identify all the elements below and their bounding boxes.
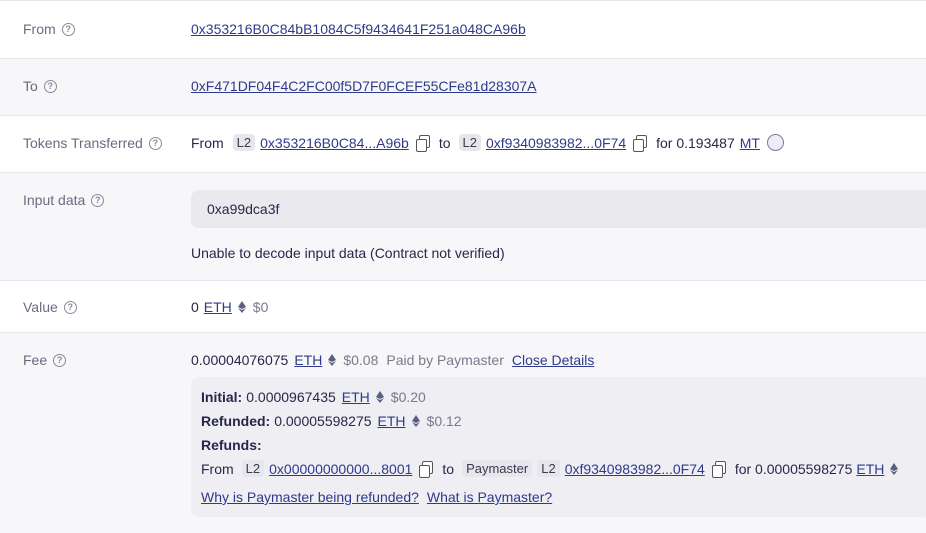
label-from: From ? [23,21,75,37]
fee-usd: $0.08 [343,352,379,368]
fee-refund-transfer-line: From L2 0x00000000000...8001 to Paymaste… [201,460,905,478]
what-is-paymaster-link[interactable]: What is Paymaster? [427,489,552,505]
fee-initial-usd: $0.20 [390,389,426,405]
copy-icon[interactable] [632,134,648,152]
paymaster-badge: Paymaster [462,460,533,477]
fee-refunded-eth-link[interactable]: ETH [378,413,406,429]
ethereum-icon [411,415,420,427]
label-tokens-transferred-text: Tokens Transferred [23,135,143,151]
label-fee: Fee ? [23,352,67,368]
close-details-link[interactable]: Close Details [512,352,594,368]
fee-amount: 0.00004076075 [191,352,289,368]
copy-icon[interactable] [415,134,431,152]
label-to-text: To [23,78,38,94]
token-mt-link[interactable]: MT [740,135,760,151]
refund-to-address-link[interactable]: 0xf9340983982...0F74 [565,461,705,477]
l2-badge: L2 [537,460,560,477]
fee-help-links: Why is Paymaster being refunded? What is… [201,489,552,505]
transfer-from-address-link[interactable]: 0x353216B0C84...A96b [260,135,409,151]
fee-initial-eth-link[interactable]: ETH [342,389,370,405]
token-logo-icon [766,134,784,151]
input-data-value: 0xa99dca3f [207,201,280,217]
transfer-amount: for 0.193487 [656,134,735,151]
l2-badge: L2 [241,460,265,477]
value-value: 0 ETH $0 [191,299,268,315]
refund-from-address-link[interactable]: 0x00000000000...8001 [269,461,412,477]
fee-value: 0.00004076075 ETH $0.08 Paid by Paymaste… [191,352,594,368]
refund-eth-link[interactable]: ETH [856,461,884,477]
help-icon[interactable]: ? [148,136,162,150]
refund-amount: for 0.00005598275 [734,460,853,477]
l2-badge: L2 [232,134,256,151]
fee-refunded-line: Refunded: 0.00005598275 ETH $0.12 [201,413,462,429]
refund-to-word: to [442,460,455,477]
copy-icon[interactable] [711,460,727,478]
value-eth-link[interactable]: ETH [204,299,232,315]
ethereum-icon [237,301,246,313]
from-address-link[interactable]: 0x353216B0C84bB1084C5f9434641F251a048CA9… [191,21,526,37]
label-input-data-text: Input data [23,192,86,208]
row-value: Value ? 0 ETH $0 [0,280,926,332]
label-from-text: From [23,21,56,37]
row-tokens-transferred: Tokens Transferred ? From L2 0x353216B0C… [0,115,926,172]
from-value: 0x353216B0C84bB1084C5f9434641F251a048CA9… [191,21,526,37]
help-icon[interactable]: ? [53,353,67,367]
fee-eth-link[interactable]: ETH [294,352,322,368]
help-icon[interactable]: ? [91,193,105,207]
label-fee-text: Fee [23,352,48,368]
input-data-note: Unable to decode input data (Contract no… [191,245,505,261]
fee-initial-line: Initial: 0.0000967435 ETH $0.20 [201,389,426,405]
input-data-note-wrap: Unable to decode input data (Contract no… [191,245,505,261]
value-usd: $0 [252,299,269,315]
ethereum-icon [890,462,899,475]
label-value-text: Value [23,299,58,315]
label-tokens-transferred: Tokens Transferred ? [23,135,162,151]
fee-initial-label: Initial: [201,389,243,405]
fee-paid-by: Paid by Paymaster [386,352,504,368]
to-address-link[interactable]: 0xF471DF04F4C2FC00f5D7F0FCEF55CFe81d2830… [191,78,537,94]
refund-from-word: From [201,460,234,477]
tokens-transferred-value: From L2 0x353216B0C84...A96b to L2 0xf93… [191,134,784,152]
row-from: From ? 0x353216B0C84bB1084C5f9434641F251… [0,0,926,58]
transfer-from-word: From [191,134,224,151]
why-paymaster-refunded-link[interactable]: Why is Paymaster being refunded? [201,489,419,505]
fee-refunded-amount: 0.00005598275 [274,413,372,429]
help-icon[interactable]: ? [43,79,57,93]
row-to: To ? 0xF471DF04F4C2FC00f5D7F0FCEF55CFe81… [0,58,926,115]
ethereum-icon [328,354,337,366]
l2-badge: L2 [458,134,481,151]
help-icon[interactable]: ? [63,300,77,314]
value-amount: 0 [191,299,199,315]
fee-details-box: Initial: 0.0000967435 ETH $0.20 Refunded… [191,377,926,517]
transfer-to-word: to [438,134,451,151]
input-data-box[interactable]: 0xa99dca3f [191,190,926,228]
fee-refunds-line: Refunds: [201,437,262,453]
transfer-to-address-link[interactable]: 0xf9340983982...0F74 [486,135,626,151]
help-icon[interactable]: ? [61,22,75,36]
fee-refunded-label: Refunded: [201,413,271,429]
fee-refunded-usd: $0.12 [426,413,462,429]
ethereum-icon [375,391,384,403]
fee-initial-amount: 0.0000967435 [246,389,336,405]
label-input-data: Input data ? [23,192,105,208]
to-value: 0xF471DF04F4C2FC00f5D7F0FCEF55CFe81d2830… [191,78,537,94]
copy-icon[interactable] [418,460,434,478]
label-to: To ? [23,78,57,94]
fee-refunds-label: Refunds: [201,437,262,453]
label-value: Value ? [23,299,77,315]
